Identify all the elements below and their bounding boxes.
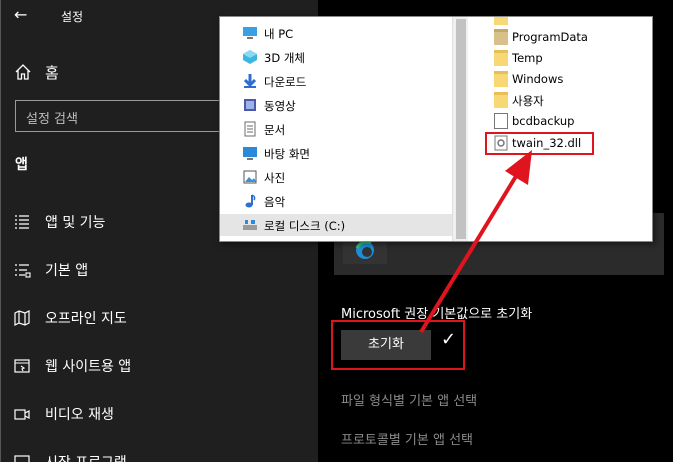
file-item-label: 사용자	[512, 94, 544, 108]
tree-item-label: 동영상	[264, 99, 296, 113]
file-explorer-window: 내 PC 3D 개체 다운로드 동영상 문서 바탕 화면 사진 음악 로컬 디스…	[219, 16, 653, 242]
tree-item-music[interactable]: 음악	[220, 190, 452, 212]
tree-item-local-disk-c[interactable]: 로컬 디스크 (C:)	[220, 214, 452, 236]
tree-item-label: 사진	[264, 171, 286, 185]
section-title: 앱	[15, 157, 28, 173]
choose-default-apps-by-file-type-link[interactable]: 파일 형식별 기본 앱 선택	[341, 390, 477, 409]
apps-features-icon	[15, 215, 29, 229]
downloads-icon	[243, 74, 257, 88]
sidebar-item-video-playback[interactable]: 비디오 재생	[1, 394, 319, 434]
window-title: 설정	[61, 10, 84, 24]
file-list: ProgramData Temp Windows 사용자 bcdbackup t…	[468, 17, 652, 241]
tree-item-downloads[interactable]: 다운로드	[220, 70, 452, 92]
file-item-temp[interactable]: Temp	[468, 47, 652, 69]
sidebar-item-label: 시작 프로그램	[45, 452, 127, 462]
file-item-label: ProgramData	[512, 30, 588, 44]
file-item-label: Temp	[512, 51, 543, 65]
sidebar-item-label: 웹 사이트용 앱	[45, 359, 132, 375]
tree-scrollbar[interactable]	[452, 17, 468, 241]
home-label: 홈	[45, 64, 59, 82]
sidebar-item-label: 앱 및 기능	[45, 215, 106, 231]
sidebar-item-apps-for-websites[interactable]: 웹 사이트용 앱	[1, 346, 319, 386]
navigation-tree: 내 PC 3D 개체 다운로드 동영상 문서 바탕 화면 사진 음악 로컬 디스…	[220, 17, 452, 241]
videos-icon	[244, 99, 256, 111]
file-item-users[interactable]: 사용자	[468, 89, 652, 111]
sidebar-item-default-apps[interactable]: 기본 앱	[1, 250, 319, 290]
apps-for-websites-icon	[14, 359, 30, 373]
pictures-icon	[243, 170, 257, 184]
3d-objects-icon	[243, 50, 257, 64]
highlight-box-reset	[331, 320, 465, 370]
file-item-label: bcdbackup	[512, 114, 575, 128]
search-placeholder: 설정 검색	[26, 112, 78, 127]
sidebar-item-offline-maps[interactable]: 오프라인 지도	[1, 298, 319, 338]
highlight-box-dll	[485, 132, 594, 155]
tree-item-label: 내 PC	[264, 27, 294, 41]
file-item-windows[interactable]: Windows	[468, 68, 652, 90]
file-icon	[494, 113, 508, 129]
file-item-bcdbackup[interactable]: bcdbackup	[468, 110, 652, 132]
scrollbar-thumb[interactable]	[456, 19, 466, 239]
default-apps-icon	[15, 264, 31, 278]
folder-icon	[494, 17, 508, 25]
tree-item-label: 문서	[264, 123, 286, 137]
folder-icon	[494, 92, 508, 108]
pc-icon	[243, 27, 257, 39]
music-icon	[245, 194, 256, 208]
choose-default-apps-by-protocol-link[interactable]: 프로토콜별 기본 앱 선택	[341, 429, 473, 448]
local-disk-icon	[243, 220, 257, 230]
tree-item-label: 다운로드	[264, 75, 307, 89]
tree-item-videos[interactable]: 동영상	[220, 94, 452, 116]
tree-item-3d-objects[interactable]: 3D 개체	[220, 46, 452, 68]
tree-item-desktop[interactable]: 바탕 화면	[220, 142, 452, 164]
documents-icon	[244, 121, 256, 137]
offline-maps-icon	[14, 310, 30, 326]
file-item-label: Windows	[512, 72, 564, 86]
sidebar-item-label: 비디오 재생	[45, 407, 114, 423]
file-item-programdata[interactable]: ProgramData	[468, 26, 652, 48]
tree-item-label: 음악	[264, 195, 286, 209]
tree-item-label: 바탕 화면	[264, 147, 310, 161]
sidebar-item-startup[interactable]: 시작 프로그램	[1, 442, 319, 462]
sidebar-item-label: 오프라인 지도	[45, 311, 127, 327]
tree-item-label: 3D 개체	[264, 51, 305, 65]
tree-item-this-pc[interactable]: 내 PC	[220, 22, 452, 44]
folder-icon	[494, 29, 508, 45]
folder-icon	[494, 71, 508, 87]
tree-item-documents[interactable]: 문서	[220, 118, 452, 140]
video-playback-icon	[14, 409, 30, 420]
back-arrow-icon[interactable]: ←	[14, 5, 27, 24]
desktop-icon	[243, 147, 257, 160]
folder-icon	[494, 50, 508, 66]
startup-icon	[14, 455, 30, 462]
sidebar-item-label: 기본 앱	[45, 263, 89, 279]
tree-item-pictures[interactable]: 사진	[220, 166, 452, 188]
home-icon	[15, 64, 31, 80]
tree-item-label: 로컬 디스크 (C:)	[264, 219, 346, 233]
